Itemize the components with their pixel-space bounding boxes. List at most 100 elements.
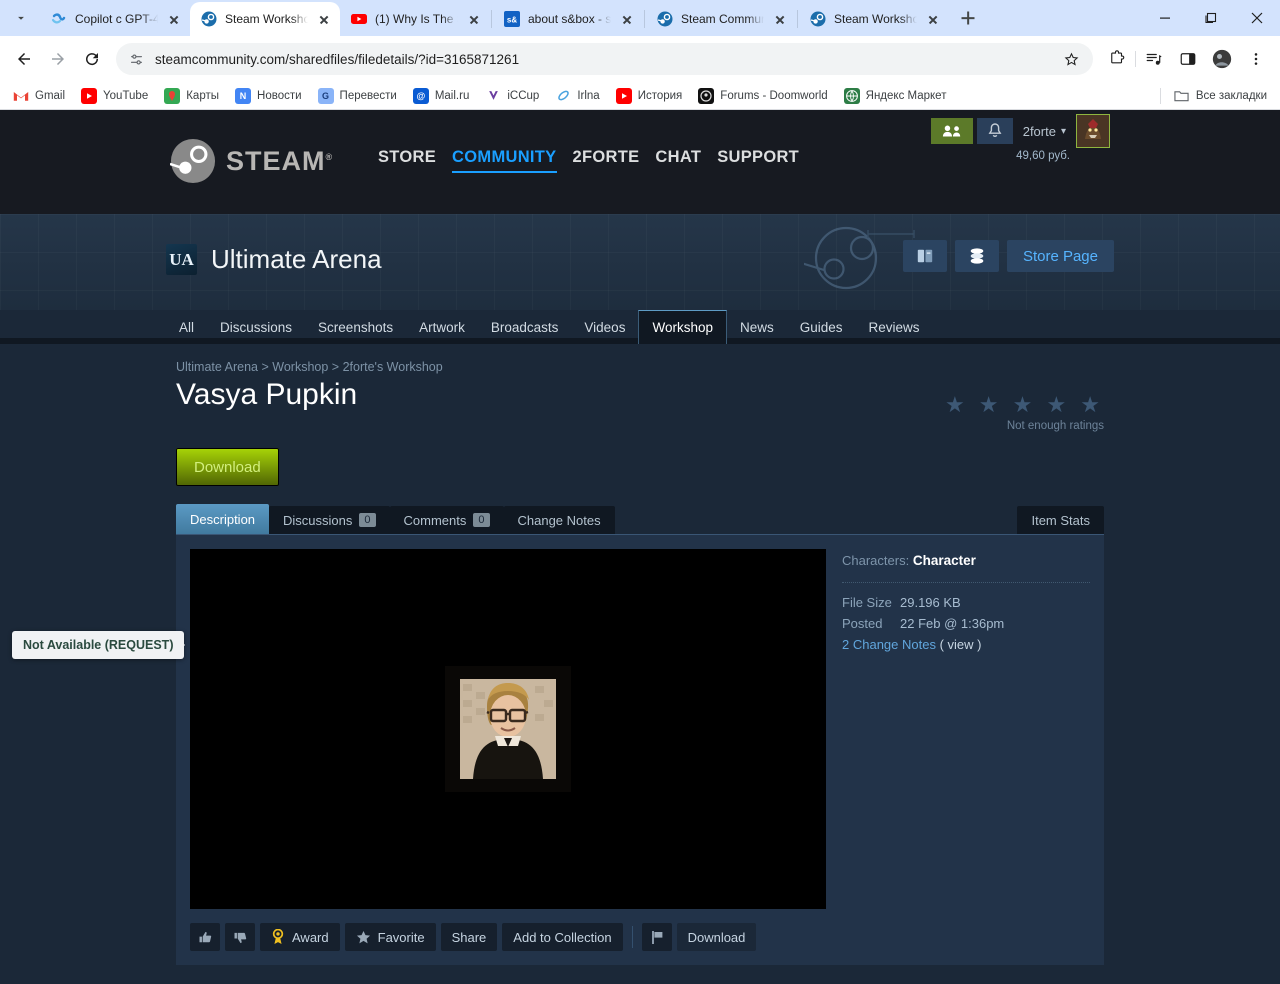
tab-change-notes[interactable]: Change Notes: [503, 506, 615, 534]
favorite-button[interactable]: Favorite: [344, 923, 436, 951]
add-to-collection-button[interactable]: Add to Collection: [502, 923, 623, 951]
apphub-tab-workshop[interactable]: Workshop: [638, 310, 727, 344]
star-icon[interactable]: [1055, 43, 1087, 75]
apphub-tab-all[interactable]: All: [166, 310, 207, 344]
breadcrumb-user-workshop[interactable]: 2forte's Workshop: [343, 360, 443, 374]
profile-avatar[interactable]: [1206, 43, 1238, 75]
item-preview-image[interactable]: [190, 549, 826, 909]
library-icon[interactable]: [902, 240, 947, 272]
close-icon[interactable]: [619, 11, 635, 27]
bell-icon[interactable]: [976, 118, 1013, 144]
change-notes-view-link[interactable]: ( view ): [940, 637, 982, 652]
tune-icon[interactable]: [128, 51, 145, 68]
bookmark-maps[interactable]: Карты: [157, 85, 226, 107]
star-rating-icon[interactable]: ★ ★ ★ ★ ★: [945, 392, 1104, 418]
browser-tab[interactable]: (1) Why Is The San: [340, 2, 490, 36]
maximize-button[interactable]: [1188, 0, 1234, 36]
back-icon[interactable]: [8, 43, 40, 75]
bookmark-doomworld[interactable]: Forums - Doomworld: [691, 85, 834, 107]
store-page-button[interactable]: Store Page: [1006, 240, 1114, 272]
nav-community[interactable]: COMMUNITY: [452, 148, 557, 173]
bookmark-label: Яндекс Маркет: [865, 89, 947, 102]
apphub-tab-news[interactable]: News: [727, 310, 787, 344]
close-icon[interactable]: [166, 11, 182, 27]
copilot-icon: [51, 11, 67, 27]
thumbs-down-button[interactable]: [225, 923, 255, 951]
browser-tab[interactable]: s& about s&box - s&b: [493, 2, 643, 36]
tab-title: Steam Community: [681, 12, 764, 26]
bookmark-history[interactable]: История: [609, 85, 690, 107]
avatar[interactable]: [1076, 114, 1110, 148]
browser-tab[interactable]: Steam Workshop ::: [799, 2, 949, 36]
bookmark-irlna[interactable]: Irlna: [548, 85, 606, 107]
browser-tab[interactable]: Copilot c GPT-4: [40, 2, 190, 36]
change-notes-link[interactable]: 2 Change Notes: [842, 637, 936, 652]
reading-list-icon[interactable]: [1138, 43, 1170, 75]
download-button-secondary[interactable]: Download: [676, 923, 757, 951]
bookmark-yandex-market[interactable]: Яндекс Маркет: [837, 85, 954, 107]
close-window-button[interactable]: [1234, 0, 1280, 36]
tab-discussions[interactable]: Discussions 0: [269, 506, 390, 534]
bookmark-mailru[interactable]: @ Mail.ru: [406, 85, 477, 107]
close-icon[interactable]: [466, 11, 482, 27]
wallet-balance[interactable]: 49,60 руб.: [1016, 150, 1070, 162]
item-stats-button[interactable]: Item Stats: [1017, 506, 1104, 534]
all-bookmarks-button[interactable]: Все закладки: [1167, 85, 1274, 107]
apphub-tab-videos[interactable]: Videos: [571, 310, 638, 344]
steam-logo[interactable]: STEAM®: [170, 138, 333, 184]
nav-support[interactable]: SUPPORT: [717, 148, 799, 171]
bookmark-gmail[interactable]: Gmail: [6, 85, 72, 107]
address-bar[interactable]: steamcommunity.com/sharedfiles/filedetai…: [116, 43, 1093, 75]
tab-description[interactable]: Description: [176, 504, 270, 534]
nav-username[interactable]: 2FORTE: [573, 148, 640, 171]
account-menu[interactable]: 2forte ▾: [1017, 124, 1072, 139]
forward-icon[interactable]: [42, 43, 74, 75]
apphub-tab-guides[interactable]: Guides: [787, 310, 856, 344]
tab-search-button[interactable]: [2, 0, 40, 36]
browser-window: Copilot c GPT-4 Steam Workshop::V (1) Wh…: [0, 0, 1280, 110]
characters-label: Characters:: [842, 553, 910, 568]
characters-value[interactable]: Character: [913, 553, 976, 568]
browser-toolbar: steamcommunity.com/sharedfiles/filedetai…: [0, 36, 1280, 82]
close-icon[interactable]: [772, 11, 788, 27]
tab-comments[interactable]: Comments 0: [389, 506, 504, 534]
tab-title: Steam Workshop ::: [834, 12, 917, 26]
bookmark-iccup[interactable]: iCCup: [478, 85, 546, 107]
bookmark-youtube[interactable]: YouTube: [74, 85, 155, 107]
reload-icon[interactable]: [76, 43, 108, 75]
apphub-title[interactable]: UA Ultimate Arena: [166, 244, 382, 275]
coins-icon[interactable]: [954, 240, 999, 272]
nav-store[interactable]: STORE: [378, 148, 436, 171]
apphub-tab-broadcasts[interactable]: Broadcasts: [478, 310, 572, 344]
breadcrumb-workshop[interactable]: Workshop: [272, 360, 328, 374]
news-icon: N: [235, 87, 252, 104]
item-sidebar: Characters: Character File Size 29.196 K…: [842, 549, 1090, 951]
bookmark-label: Gmail: [35, 89, 66, 102]
apphub-tab-artwork[interactable]: Artwork: [406, 310, 478, 344]
thumbs-up-button[interactable]: [190, 923, 220, 951]
folder-icon: [1174, 88, 1190, 104]
nav-chat[interactable]: CHAT: [655, 148, 701, 171]
download-button-primary[interactable]: Download: [176, 448, 279, 486]
breadcrumb-game[interactable]: Ultimate Arena: [176, 360, 258, 374]
apphub-tab-reviews[interactable]: Reviews: [856, 310, 933, 344]
award-button[interactable]: Award: [260, 923, 340, 951]
bookmark-translate[interactable]: G Перевести: [311, 85, 404, 107]
new-tab-button[interactable]: [953, 3, 983, 33]
apphub-tab-discussions[interactable]: Discussions: [207, 310, 305, 344]
minimize-button[interactable]: [1142, 0, 1188, 36]
close-icon[interactable]: [925, 11, 941, 27]
friends-icon[interactable]: [930, 118, 973, 144]
tab-title: Copilot c GPT-4: [75, 12, 158, 26]
browser-tab-active[interactable]: Steam Workshop::V: [190, 2, 340, 36]
share-button[interactable]: Share: [440, 923, 498, 951]
side-panel-icon[interactable]: [1172, 43, 1204, 75]
extensions-icon[interactable]: [1101, 43, 1133, 75]
report-button[interactable]: [641, 923, 672, 951]
close-icon[interactable]: [316, 11, 332, 27]
more-menu-icon[interactable]: [1240, 43, 1272, 75]
bookmark-label: Forums - Doomworld: [720, 89, 828, 102]
browser-tab[interactable]: Steam Community: [646, 2, 796, 36]
apphub-tab-screenshots[interactable]: Screenshots: [305, 310, 406, 344]
bookmark-news[interactable]: N Новости: [228, 85, 309, 107]
